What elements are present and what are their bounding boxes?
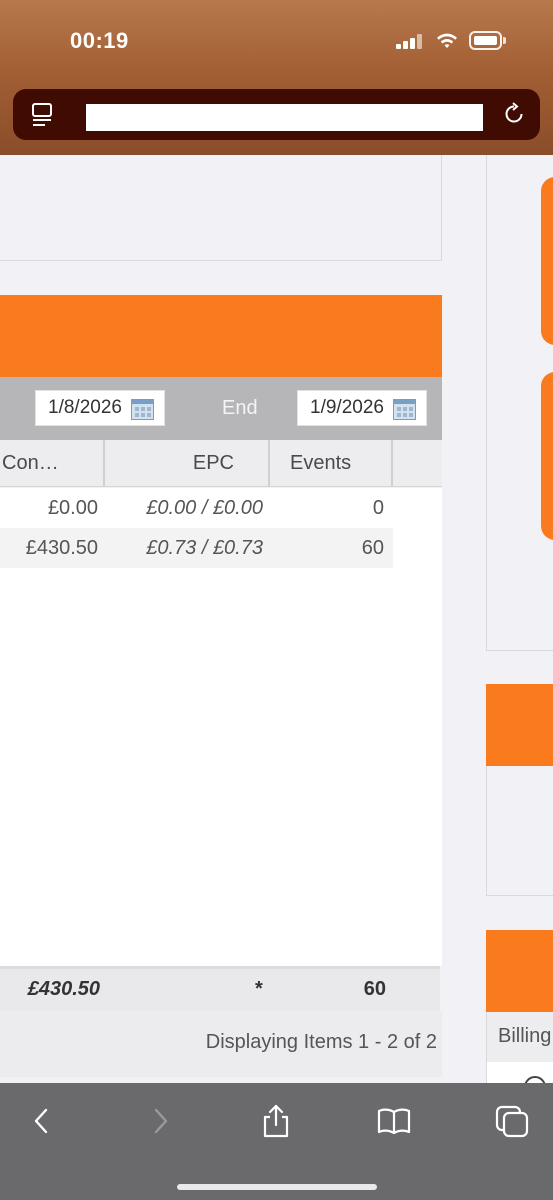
wifi-icon bbox=[437, 33, 457, 48]
total-events: 60 bbox=[363, 978, 386, 1000]
reload-icon[interactable] bbox=[501, 101, 527, 127]
page-menu-icon[interactable] bbox=[31, 101, 55, 129]
cell-epc: £0.73 / £0.73 bbox=[146, 537, 263, 559]
home-indicator[interactable] bbox=[177, 1184, 377, 1190]
column-header-epc[interactable]: EPC bbox=[105, 440, 270, 487]
address-bar[interactable] bbox=[13, 89, 540, 140]
start-date-input[interactable]: 1/8/2026 bbox=[35, 390, 165, 426]
cell-epc: £0.00 / £0.00 bbox=[146, 497, 263, 519]
browser-toolbar bbox=[0, 1083, 553, 1200]
grid-pager: Displaying Items 1 - 2 of 2 bbox=[0, 1011, 442, 1077]
pager-text: Displaying Items 1 - 2 of 2 bbox=[205, 1031, 437, 1053]
status-time: 00:19 bbox=[70, 28, 129, 53]
grid-totals-row: £430.50 * 60 bbox=[0, 966, 440, 1011]
end-date-input[interactable]: 1/9/2026 bbox=[297, 390, 427, 426]
status-bar: 00:19 bbox=[0, 0, 553, 155]
calendar-icon[interactable] bbox=[131, 399, 154, 420]
tabs-icon[interactable] bbox=[494, 1103, 530, 1139]
column-header-con[interactable]: Con… bbox=[0, 440, 105, 487]
cell-con: £0.00 bbox=[47, 497, 98, 519]
cellular-signal-icon bbox=[396, 33, 424, 49]
calendar-icon[interactable] bbox=[393, 399, 416, 420]
side-panel-body bbox=[486, 766, 553, 896]
column-header-events[interactable]: Events bbox=[270, 440, 393, 487]
side-panel-header bbox=[486, 684, 553, 766]
forward-icon[interactable] bbox=[142, 1103, 178, 1139]
share-icon[interactable] bbox=[258, 1103, 294, 1139]
cell-con: £430.50 bbox=[25, 537, 98, 559]
cell-events: 60 bbox=[361, 537, 384, 559]
top-card bbox=[0, 155, 442, 261]
date-filter-bar: 1/8/2026 End 1/9/2026 bbox=[0, 377, 442, 440]
back-icon[interactable] bbox=[24, 1103, 60, 1139]
table-row[interactable]: £0.00 £0.00 / £0.00 0 bbox=[0, 488, 393, 528]
billing-panel-header bbox=[486, 930, 553, 1012]
bookmarks-icon[interactable] bbox=[376, 1103, 412, 1139]
table-row[interactable]: £430.50 £0.73 / £0.73 60 bbox=[0, 528, 393, 568]
cell-events: 0 bbox=[372, 497, 384, 519]
column-gutter bbox=[442, 155, 486, 1083]
web-page: 1/8/2026 End 1/9/2026 Con… EPC Events £0… bbox=[0, 155, 553, 1083]
grid-header: Con… EPC Events bbox=[0, 440, 442, 487]
url-field[interactable] bbox=[86, 104, 483, 131]
start-date-value: 1/8/2026 bbox=[48, 397, 122, 418]
side-orange-button[interactable] bbox=[541, 372, 553, 540]
grid-body: £0.00 £0.00 / £0.00 0 £430.50 £0.73 / £0… bbox=[0, 488, 442, 966]
total-epc: * bbox=[255, 978, 263, 1000]
panel-header bbox=[0, 295, 444, 377]
billing-column-header[interactable]: Billing bbox=[486, 1012, 553, 1062]
end-date-label: End bbox=[222, 397, 258, 419]
end-date-value: 1/9/2026 bbox=[310, 397, 384, 418]
total-con: £430.50 bbox=[27, 978, 100, 1000]
side-orange-button[interactable] bbox=[541, 177, 553, 345]
battery-icon bbox=[469, 31, 507, 51]
